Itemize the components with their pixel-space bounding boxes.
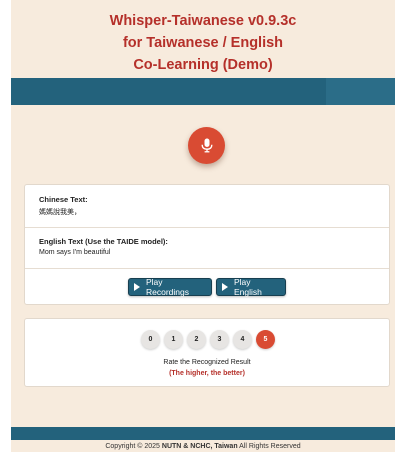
- record-button[interactable]: [188, 127, 225, 164]
- page-title-line-3: Co-Learning (Demo): [133, 57, 273, 73]
- rating-hint: (The higher, the better): [169, 370, 245, 377]
- transcript-card: Chinese Text: 媽媽說我美， English Text (Use t…: [24, 184, 390, 305]
- app-page: Whisper-Taiwanese v0.9.3c for Taiwanese …: [0, 0, 395, 452]
- chinese-text-value: 媽媽說我美，: [39, 209, 81, 216]
- rating-option-2[interactable]: 2: [187, 330, 206, 349]
- playback-buttons-section: Play Recordings Play English: [25, 269, 389, 306]
- copyright-prefix: Copyright © 2025: [105, 443, 162, 450]
- copyright-footer: Copyright © 2025 NUTN & NCHC, Taiwan All…: [11, 443, 395, 450]
- rating-option-5[interactable]: 5: [256, 330, 275, 349]
- rating-option-1[interactable]: 1: [164, 330, 183, 349]
- rating-caption: Rate the Recognized Result: [163, 359, 251, 366]
- english-text-value: Mom says I'm beautiful: [39, 249, 111, 256]
- rating-options: 0 1 2 3 4 5: [141, 330, 275, 349]
- top-nav-bar: [11, 78, 326, 105]
- english-text-section: English Text (Use the TAIDE model): Mom …: [25, 228, 389, 269]
- left-gutter: [0, 0, 11, 452]
- rating-option-4[interactable]: 4: [233, 330, 252, 349]
- rating-card: 0 1 2 3 4 5 Rate the Recognized Result (…: [24, 318, 390, 387]
- play-icon: [222, 283, 228, 291]
- copyright-org: NUTN & NCHC, Taiwan: [161, 443, 238, 450]
- microphone-icon: [201, 138, 212, 153]
- english-text-label: English Text (Use the TAIDE model):: [39, 237, 168, 246]
- play-recordings-button[interactable]: Play Recordings: [128, 277, 212, 297]
- rating-option-0[interactable]: 0: [141, 330, 160, 349]
- play-recordings-label: Play Recordings: [146, 277, 189, 297]
- page-header: Whisper-Taiwanese v0.9.3c for Taiwanese …: [11, 0, 395, 78]
- play-english-button[interactable]: Play English: [216, 277, 286, 297]
- chinese-text-label: Chinese Text:: [39, 195, 88, 204]
- copyright-suffix: All Rights Reserved: [237, 443, 301, 450]
- playback-button-row: Play Recordings Play English: [128, 277, 286, 297]
- play-icon: [134, 283, 140, 291]
- page-title-line-1: Whisper-Taiwanese v0.9.3c: [109, 13, 297, 29]
- play-english-label: Play English: [234, 277, 262, 297]
- page-title-line-2: for Taiwanese / English: [122, 35, 284, 51]
- top-nav-bar-end: [326, 78, 395, 105]
- bottom-bar: [11, 427, 395, 440]
- rating-option-3[interactable]: 3: [210, 330, 229, 349]
- chinese-text-section: Chinese Text: 媽媽說我美，: [25, 185, 389, 228]
